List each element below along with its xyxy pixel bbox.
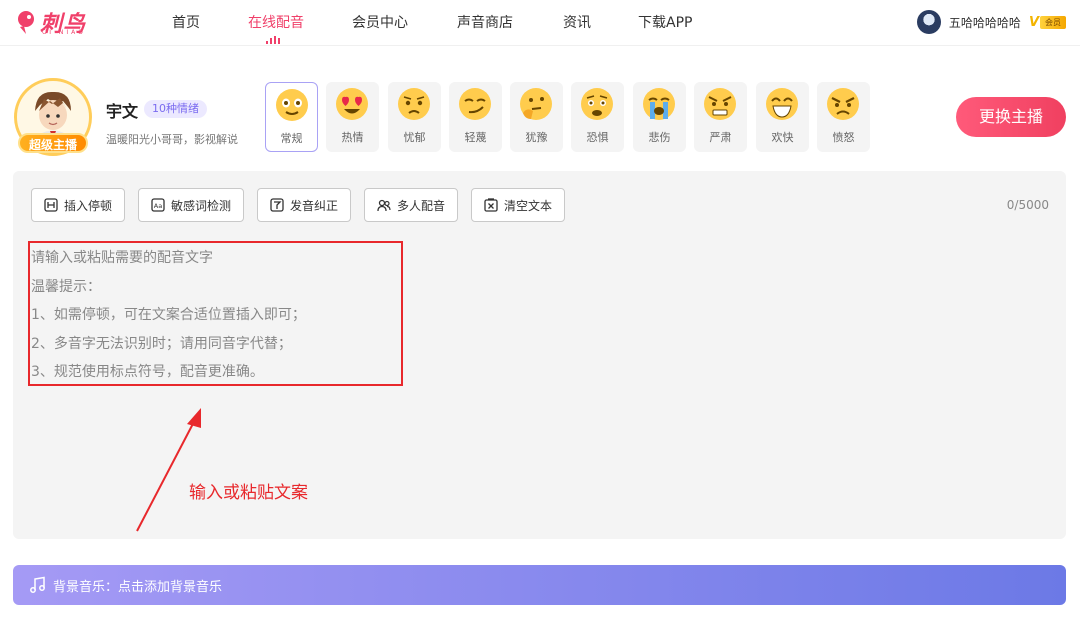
emotion-option-fear[interactable]: 恐惧: [571, 82, 624, 152]
vip-label: 会员: [1040, 15, 1066, 29]
emotion-option-serious[interactable]: 严肃: [694, 82, 747, 152]
annotation-arrow-icon: [136, 408, 201, 532]
neutral-face-icon: [276, 89, 308, 121]
insert-pause-label: 插入停顿: [64, 198, 113, 213]
emotion-option-contempt[interactable]: 轻蔑: [449, 82, 502, 152]
music-note-icon: [30, 576, 45, 593]
emotion-label: 愤怒: [832, 131, 855, 144]
users-icon: [377, 199, 391, 212]
angry-face-icon: [827, 88, 859, 120]
serious-face-icon: [704, 88, 736, 120]
nav-download-app[interactable]: 下载APP: [638, 12, 692, 32]
insert-pause-button[interactable]: 插入停顿: [31, 188, 126, 222]
nav-member-center[interactable]: 会员中心: [352, 12, 408, 32]
emotion-option-melancholy[interactable]: 忧郁: [388, 82, 441, 152]
multi-voice-button[interactable]: 多人配音: [364, 188, 459, 222]
pause-bracket-icon: [44, 198, 58, 212]
svg-text:Aa: Aa: [154, 202, 162, 210]
pronunciation-icon: [270, 198, 284, 212]
nav-online-dubbing[interactable]: 在线配音: [248, 12, 304, 32]
emotion-label: 热情: [341, 131, 364, 144]
clear-text-button[interactable]: 清空文本: [471, 188, 566, 222]
fearful-face-icon: [581, 88, 613, 120]
super-anchor-badge: 超级主播: [18, 133, 88, 153]
text-check-icon: Aa: [151, 198, 165, 212]
user-avatar[interactable]: [916, 10, 941, 34]
clear-text-label: 清空文本: [504, 198, 553, 213]
annotation-highlight-box: [28, 241, 403, 386]
emotion-option-angry[interactable]: 愤怒: [817, 82, 870, 152]
top-navigation-bar: 刺鸟 CI NIAO 首页 在线配音 会员中心 声音商店 资讯 下载APP 五哈…: [0, 0, 1080, 46]
emotion-label: 严肃: [709, 131, 732, 144]
heart-eyes-face-icon: [336, 88, 368, 120]
background-music-bar[interactable]: 背景音乐：点击添加背景音乐: [13, 565, 1066, 605]
emotion-count-badge: 10种情绪: [144, 100, 207, 118]
sad-face-icon: [398, 88, 430, 120]
emotion-label: 常规: [280, 132, 303, 145]
emotion-label: 轻蔑: [464, 131, 487, 144]
brand-subtitle: CI NIAO: [42, 29, 86, 36]
sensitive-word-check-button[interactable]: Aa 敏感词检测: [138, 188, 245, 222]
emotion-option-passionate[interactable]: 热情: [326, 82, 379, 152]
vip-v-icon: V: [1028, 14, 1039, 30]
anchor-name: 宇文: [106, 102, 139, 121]
nav-voice-store[interactable]: 声音商店: [457, 12, 513, 32]
nav-home[interactable]: 首页: [172, 12, 200, 32]
emotion-label: 悲伤: [648, 131, 671, 144]
user-profile[interactable]: 五哈哈哈哈哈 V 会员: [916, 10, 1066, 34]
emotion-option-grief[interactable]: 悲伤: [633, 82, 686, 152]
emotion-option-cheerful[interactable]: 欢快: [756, 82, 809, 152]
emotion-label: 忧郁: [403, 131, 426, 144]
clear-box-icon: [484, 198, 498, 212]
smirk-face-icon: [459, 88, 491, 120]
change-anchor-button[interactable]: 更换主播: [956, 97, 1066, 137]
bird-mic-logo-icon: [18, 11, 34, 34]
pronunciation-fix-label: 发音纠正: [290, 198, 339, 213]
annotation-label: 输入或粘贴文案: [189, 483, 308, 503]
text-editor[interactable]: 插入停顿 Aa 敏感词检测 发音纠正 多人配音 清空文本 0/5000 请输入或…: [13, 171, 1066, 539]
grinning-face-icon: [766, 88, 798, 120]
user-name: 五哈哈哈哈哈: [948, 15, 1021, 30]
crying-face-icon: [643, 88, 675, 120]
vip-badge: V 会员: [1029, 15, 1066, 30]
character-count: 0/5000: [1006, 198, 1049, 212]
anchor-description: 温暖阳光小哥哥，影视解说: [106, 133, 238, 146]
emotion-option-hesitant[interactable]: 犹豫: [510, 82, 563, 152]
emotion-label: 欢快: [771, 131, 794, 144]
nav-news[interactable]: 资讯: [563, 12, 591, 32]
emotion-option-neutral[interactable]: 常规: [265, 82, 318, 152]
background-music-label: 背景音乐：点击添加背景音乐: [53, 579, 223, 595]
sensitive-word-check-label: 敏感词检测: [171, 198, 232, 213]
emotion-label: 恐惧: [586, 131, 609, 144]
thinking-face-icon: [520, 88, 552, 120]
multi-voice-label: 多人配音: [397, 198, 446, 213]
pronunciation-fix-button[interactable]: 发音纠正: [257, 188, 352, 222]
active-nav-indicator-icon: [266, 36, 280, 44]
emotion-label: 犹豫: [525, 131, 548, 144]
